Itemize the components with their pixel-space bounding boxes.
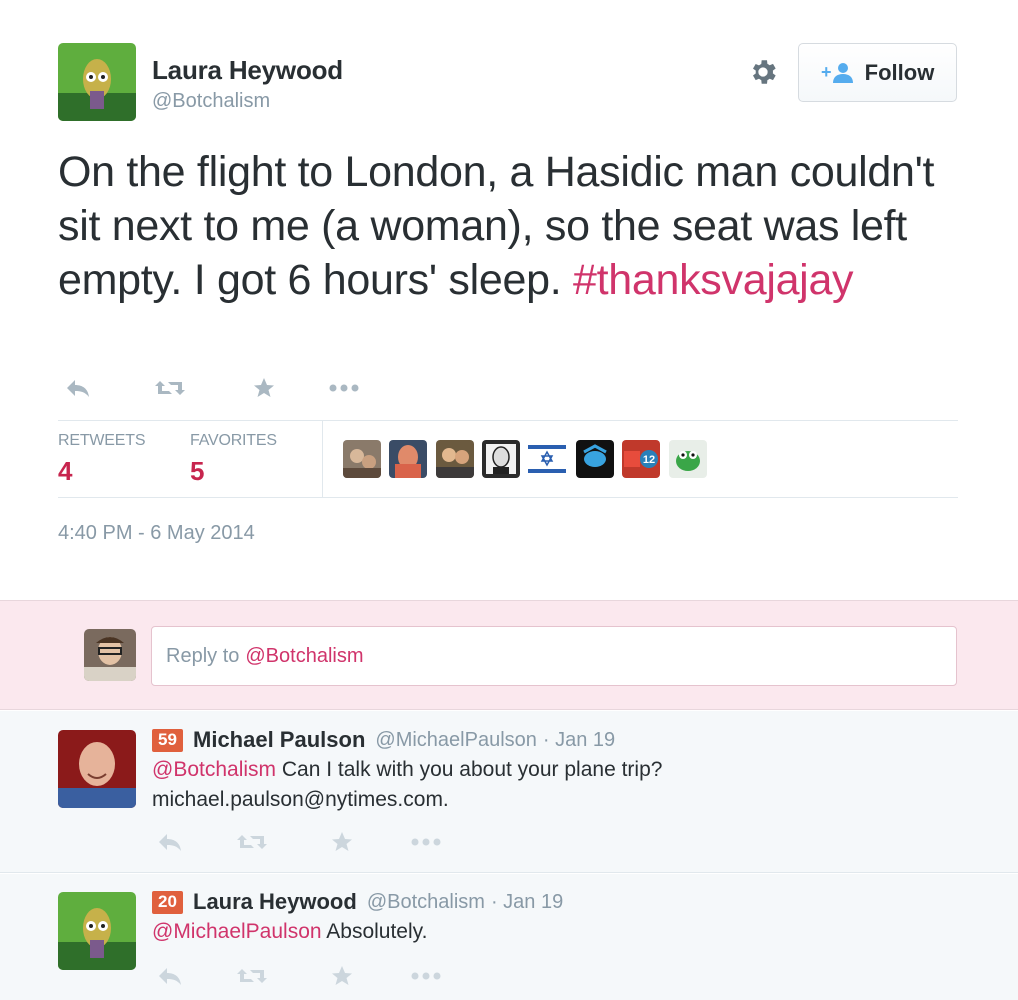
favoriter-avatar[interactable]: 12 (622, 440, 660, 478)
favorites-stat[interactable]: FAVORITES 5 (190, 432, 277, 487)
favoriter-avatar[interactable] (343, 440, 381, 478)
reply-avatar[interactable] (58, 892, 136, 970)
reply-author-name[interactable]: Laura Heywood (193, 889, 357, 915)
favoriter-avatar[interactable] (436, 440, 474, 478)
reply-mention: @Botchalism (245, 644, 364, 667)
more-icon[interactable] (408, 838, 444, 846)
favoriter-avatar[interactable] (482, 440, 520, 478)
divider (58, 497, 958, 498)
favoriter-avatar[interactable] (669, 440, 707, 478)
reply-input[interactable]: Reply to @Botchalism (151, 626, 957, 686)
reply-badge: 59 (152, 728, 183, 752)
author-handle[interactable]: @Botchalism (152, 90, 270, 113)
reply-author-name[interactable]: Michael Paulson (193, 727, 365, 753)
reply-body: Can I talk with you about your plane tri… (281, 758, 663, 781)
more-icon[interactable] (324, 384, 364, 392)
retweet-icon[interactable] (232, 831, 272, 853)
reply-icon[interactable] (152, 832, 188, 852)
retweet-icon[interactable] (142, 377, 198, 399)
gear-icon[interactable] (747, 56, 779, 88)
reply-header: 20 Laura Heywood @Botchalism · Jan 19 (152, 889, 563, 915)
follow-label: Follow (864, 59, 935, 85)
retweets-label: RETWEETS (58, 432, 146, 449)
favoriter-avatar[interactable] (528, 440, 566, 478)
more-icon[interactable] (408, 972, 444, 980)
add-user-icon: + (821, 62, 855, 84)
reply-author-handle[interactable]: @MichaelPaulson (375, 729, 537, 752)
svg-text:12: 12 (643, 454, 655, 466)
reply-avatar[interactable] (58, 730, 136, 808)
reply-mention[interactable]: @MichaelPaulson (152, 920, 322, 943)
reply-text: @MichaelPaulson Absolutely. (152, 917, 952, 947)
reply-date[interactable]: · Jan 19 (543, 729, 615, 752)
tweet-hashtag[interactable]: #thanksvajajay (573, 256, 854, 304)
author-avatar[interactable] (58, 43, 136, 121)
retweets-count: 4 (58, 456, 73, 486)
follow-button[interactable]: + Follow (798, 43, 957, 102)
retweet-icon[interactable] (232, 965, 272, 987)
reply-actions (152, 962, 444, 990)
reply-date[interactable]: · Jan 19 (491, 891, 563, 914)
tweet-actions (58, 372, 364, 404)
reply-text: @Botchalism Can I talk with you about yo… (152, 755, 952, 815)
reply-prefix: Reply to (166, 644, 240, 667)
retweets-stat[interactable]: RETWEETS 4 (58, 432, 145, 487)
author-name[interactable]: Laura Heywood (152, 55, 343, 86)
favoriter-avatar[interactable] (576, 440, 614, 478)
reply-body: Absolutely. (326, 920, 428, 943)
stats-divider (322, 421, 323, 497)
favoriter-avatar[interactable] (389, 440, 427, 478)
tweet-text: On the flight to London, a Hasidic man c… (58, 145, 938, 307)
reply-actions (152, 828, 444, 856)
reply-header: 59 Michael Paulson @MichaelPaulson · Jan… (152, 727, 615, 753)
reply-author-handle[interactable]: @Botchalism (367, 891, 485, 914)
favorites-label: FAVORITES (190, 432, 277, 449)
current-user-avatar (84, 629, 136, 681)
reply-badge: 20 (152, 890, 183, 914)
favorite-icon[interactable] (244, 376, 284, 400)
reply-mention[interactable]: @Botchalism (152, 758, 276, 781)
reply-icon[interactable] (58, 378, 98, 398)
divider (58, 420, 958, 421)
favorite-icon[interactable] (324, 830, 360, 854)
favorites-count: 5 (190, 456, 205, 486)
favorite-icon[interactable] (324, 964, 360, 988)
reply-icon[interactable] (152, 966, 188, 986)
tweet-timestamp[interactable]: 4:40 PM - 6 May 2014 (58, 522, 255, 545)
svg-text:+: + (821, 62, 832, 82)
reply-body-line2: michael.paulson@nytimes.com. (152, 788, 449, 811)
